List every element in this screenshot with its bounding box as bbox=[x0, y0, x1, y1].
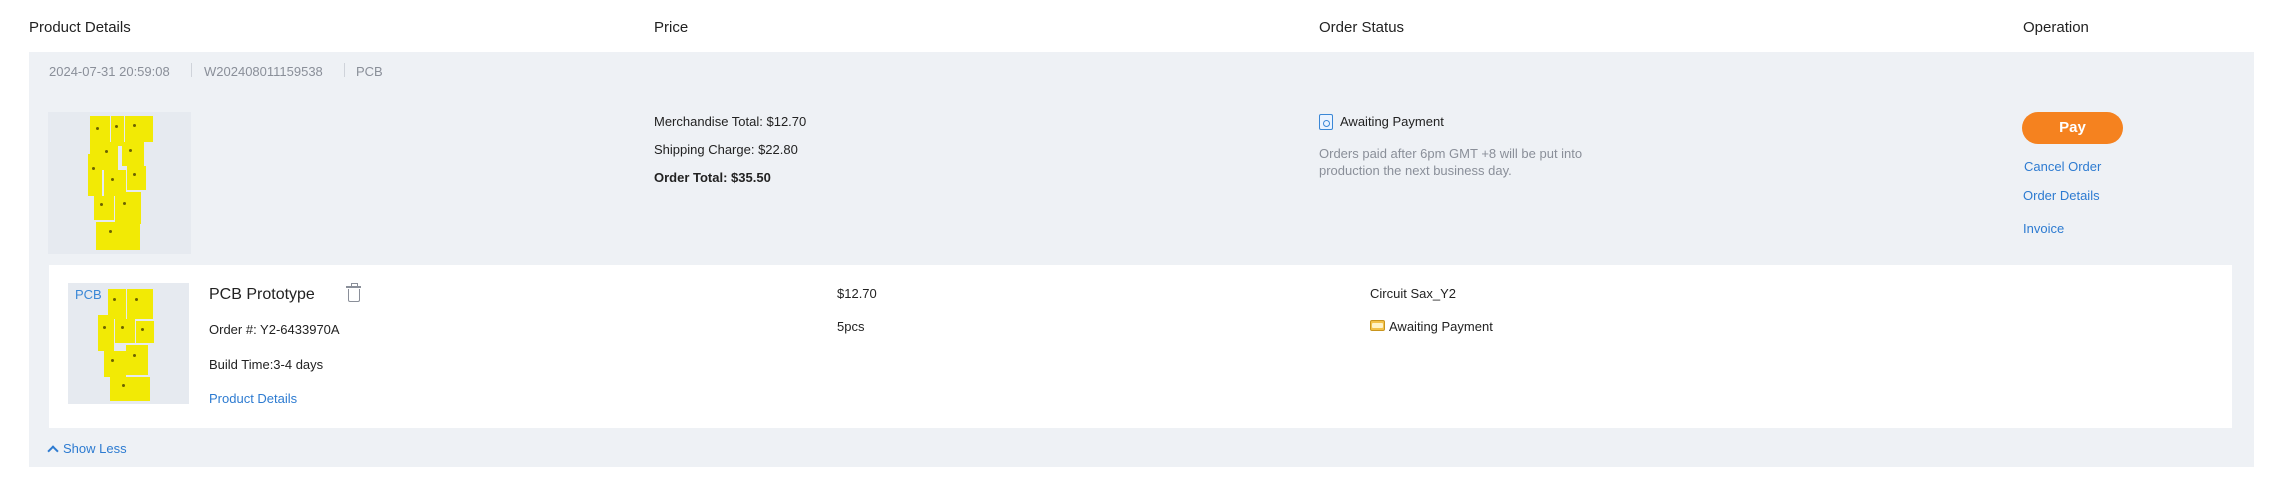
pcb-image-part bbox=[125, 116, 153, 142]
order-type: PCB bbox=[356, 64, 383, 79]
chevron-up-icon bbox=[47, 445, 59, 457]
item-name: Circuit Sax_Y2 bbox=[1370, 286, 1456, 301]
pcb-image-part bbox=[98, 315, 114, 351]
pcb-image-part bbox=[126, 345, 148, 375]
pcb-image-part bbox=[136, 321, 154, 343]
show-less-label: Show Less bbox=[63, 441, 127, 456]
pay-button[interactable]: Pay bbox=[2022, 112, 2123, 144]
product-title: PCB Prototype bbox=[209, 286, 315, 303]
order-item-panel bbox=[49, 265, 2232, 428]
status-note: Orders paid after 6pm GMT +8 will be put… bbox=[1319, 146, 1583, 178]
shipping-charge: Shipping Charge: $22.80 bbox=[654, 142, 798, 157]
order-number: W202408011159538 bbox=[204, 64, 323, 79]
cancel-order-link[interactable]: Cancel Order bbox=[2024, 159, 2101, 174]
column-header-order-status: Order Status bbox=[1319, 19, 1405, 36]
order-status: Awaiting Payment bbox=[1340, 114, 1444, 129]
order-datetime: 2024-07-31 20:59:08 bbox=[49, 64, 170, 79]
pcb-image-part bbox=[104, 351, 126, 377]
order-thumbnail[interactable] bbox=[48, 112, 191, 254]
pcb-image-part bbox=[94, 196, 114, 220]
build-time: Build Time:3-4 days bbox=[209, 357, 324, 372]
product-details-link[interactable]: Product Details bbox=[209, 391, 297, 406]
folder-icon bbox=[1370, 320, 1385, 331]
invoice-link[interactable]: Invoice bbox=[2023, 221, 2064, 236]
merchandise-total: Merchandise Total: $12.70 bbox=[654, 114, 807, 129]
item-quantity: 5pcs bbox=[837, 319, 865, 334]
document-search-icon bbox=[1319, 114, 1333, 130]
pcb-image-part bbox=[127, 166, 146, 190]
meta-divider bbox=[191, 63, 192, 77]
column-header-operation: Operation bbox=[2023, 19, 2089, 36]
pcb-image-part bbox=[100, 142, 118, 170]
item-price: $12.70 bbox=[837, 286, 877, 301]
pcb-image-part bbox=[110, 377, 150, 401]
column-header-product-details: Product Details bbox=[29, 19, 131, 36]
column-header-price: Price bbox=[654, 19, 689, 36]
pcb-image-part bbox=[88, 154, 102, 196]
item-order-number: Order #: Y2-6433970A bbox=[209, 322, 340, 337]
pcb-image-part bbox=[115, 192, 141, 224]
pcb-image-part bbox=[115, 319, 135, 343]
trash-icon[interactable] bbox=[346, 283, 361, 302]
pcb-image-part bbox=[96, 222, 140, 250]
pcb-image-part bbox=[122, 142, 144, 166]
show-less-link[interactable]: Show Less bbox=[47, 441, 127, 457]
meta-divider bbox=[344, 63, 345, 77]
pcb-image-part bbox=[127, 289, 153, 319]
pcb-tag: PCB bbox=[75, 287, 102, 302]
order-total: Order Total: $35.50 bbox=[654, 170, 771, 185]
item-status: Awaiting Payment bbox=[1389, 319, 1493, 334]
order-details-link[interactable]: Order Details bbox=[2023, 188, 2100, 203]
